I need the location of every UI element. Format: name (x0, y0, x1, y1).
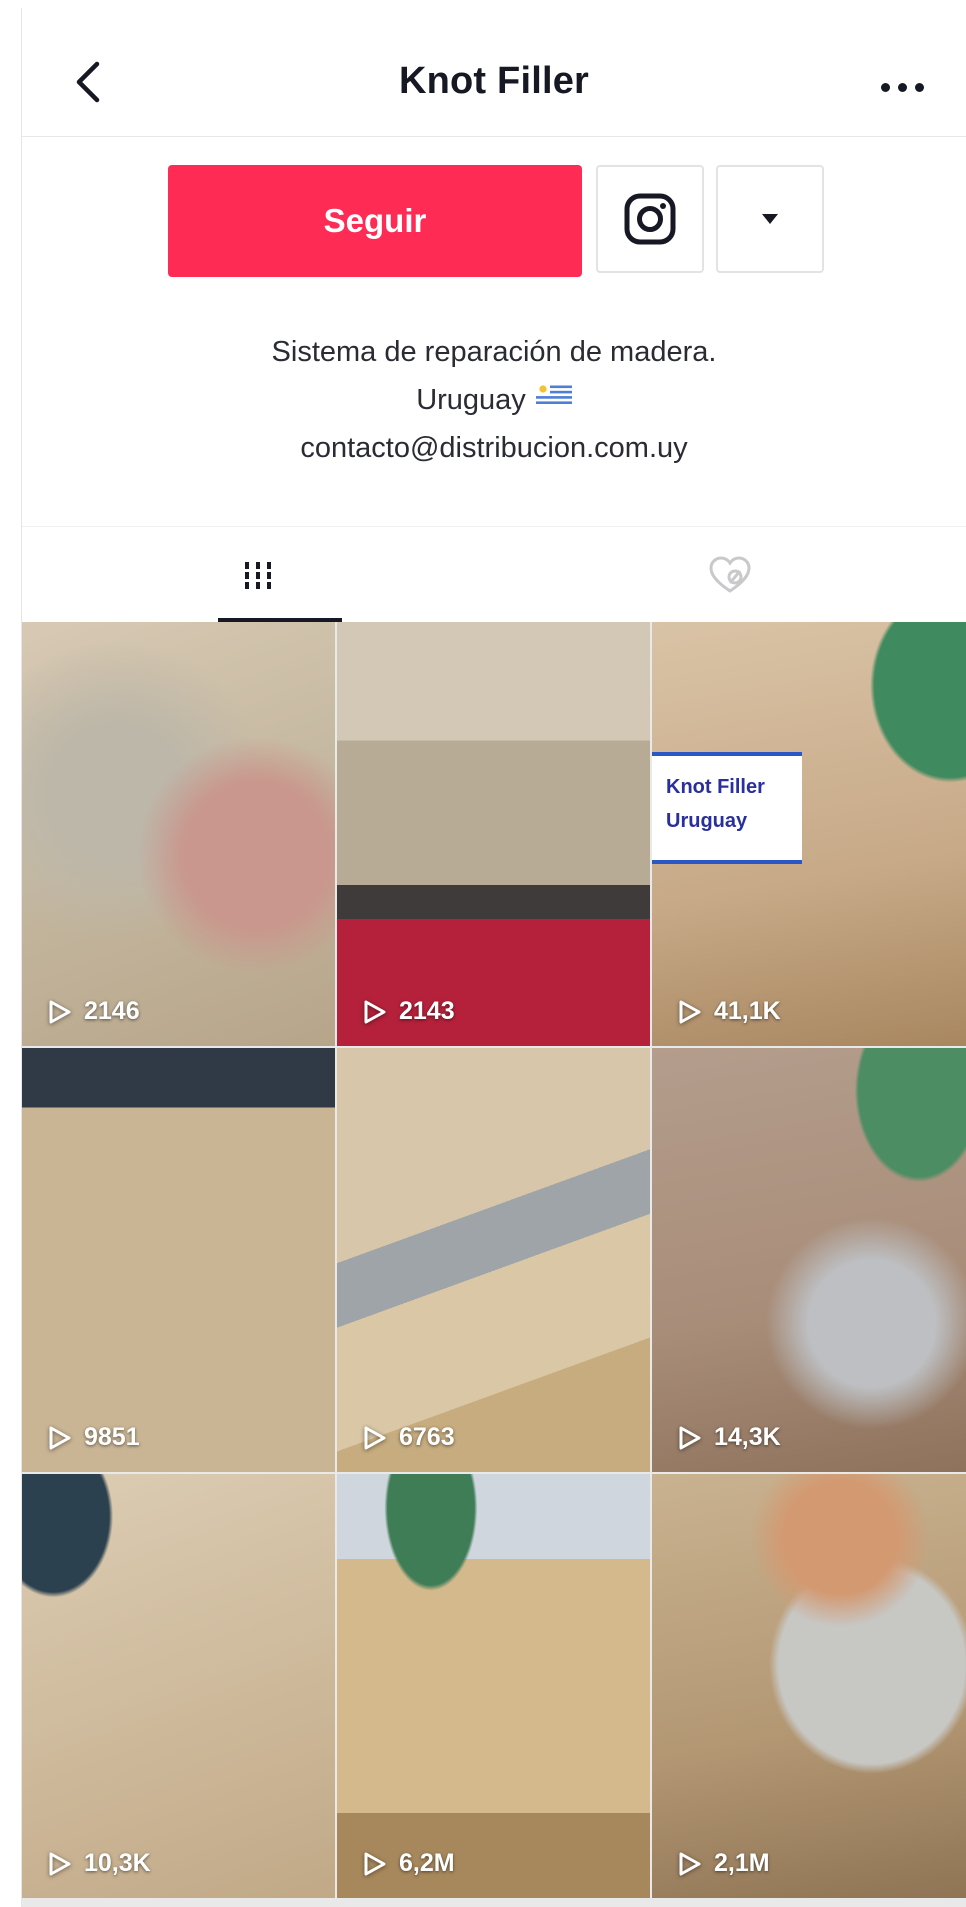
video-thumbnail[interactable]: 2,1M (652, 1474, 966, 1898)
video-thumbnail[interactable]: 9851 (22, 1048, 337, 1472)
follow-button[interactable]: Seguir (168, 165, 582, 277)
view-count: 6763 (363, 1423, 455, 1452)
view-count: 2,1M (678, 1849, 770, 1878)
view-count-text: 10,3K (84, 1849, 151, 1877)
overlay-line: Knot Filler (666, 776, 765, 798)
view-count-text: 2146 (84, 997, 140, 1025)
more-horizontal-icon (880, 82, 890, 92)
video-thumbnail[interactable]: Knot Filler Uruguay 41,1K (652, 622, 966, 1046)
page-title: Knot Filler (398, 60, 590, 102)
view-count: 9851 (48, 1423, 140, 1452)
play-icon (679, 1852, 701, 1875)
video-overlay-caption: Knot Filler Uruguay (652, 752, 802, 864)
caret-down-icon (762, 214, 778, 224)
view-count-text: 2,1M (714, 1849, 770, 1877)
bio-line-email[interactable]: contacto@distribucion.com.uy (22, 424, 966, 472)
play-icon (364, 1000, 386, 1023)
instagram-icon (624, 193, 676, 245)
heart-hidden-icon (709, 556, 751, 593)
overlay-line: Uruguay (666, 810, 748, 832)
tab-videos[interactable] (22, 527, 494, 623)
view-count-text: 6,2M (399, 1849, 455, 1877)
video-thumbnail[interactable]: 14,3K (652, 1048, 966, 1472)
view-count-text: 2143 (399, 997, 455, 1025)
video-thumbnail[interactable]: 2146 (22, 622, 337, 1046)
video-thumbnail[interactable]: 2143 (337, 622, 652, 1046)
play-icon (364, 1426, 386, 1449)
view-count: 6,2M (363, 1849, 455, 1878)
view-count: 14,3K (678, 1423, 781, 1452)
profile-tabs (22, 526, 966, 624)
bio-line-country: Uruguay (22, 376, 966, 424)
view-count: 41,1K (678, 997, 781, 1026)
uruguay-flag-icon (535, 374, 572, 422)
video-thumbnail[interactable]: 6,2M (337, 1474, 652, 1898)
tab-liked[interactable] (494, 527, 966, 623)
profile-screen: Knot Filler Seguir Sistema de reparación… (22, 8, 966, 1907)
view-count: 2143 (363, 997, 455, 1026)
play-icon (679, 1000, 701, 1023)
view-count: 2146 (48, 997, 140, 1026)
play-icon (49, 1852, 71, 1875)
grid-icon (245, 562, 271, 589)
instagram-button[interactable] (596, 165, 704, 273)
video-grid: 2146 2143 Knot Filler Uruguay 41,1K 9851 (22, 622, 966, 1907)
view-count-text: 9851 (84, 1423, 140, 1451)
view-count-text: 41,1K (714, 997, 781, 1025)
bio-country-text: Uruguay (416, 384, 526, 416)
view-count-text: 14,3K (714, 1423, 781, 1451)
bio-line-description: Sistema de reparación de madera. (271, 336, 717, 368)
play-icon (679, 1426, 701, 1449)
header: Knot Filler (22, 8, 966, 137)
video-thumbnail[interactable]: 10,3K (22, 1474, 337, 1898)
more-accounts-dropdown[interactable] (716, 165, 824, 273)
more-options-button[interactable] (862, 62, 942, 112)
video-thumbnail[interactable]: 6763 (337, 1048, 652, 1472)
play-icon (364, 1852, 386, 1875)
play-icon (49, 1000, 71, 1023)
bio: Sistema de reparación de madera. Uruguay… (22, 328, 966, 472)
view-count: 10,3K (48, 1849, 151, 1878)
view-count-text: 6763 (399, 1423, 455, 1451)
play-icon (49, 1426, 71, 1449)
